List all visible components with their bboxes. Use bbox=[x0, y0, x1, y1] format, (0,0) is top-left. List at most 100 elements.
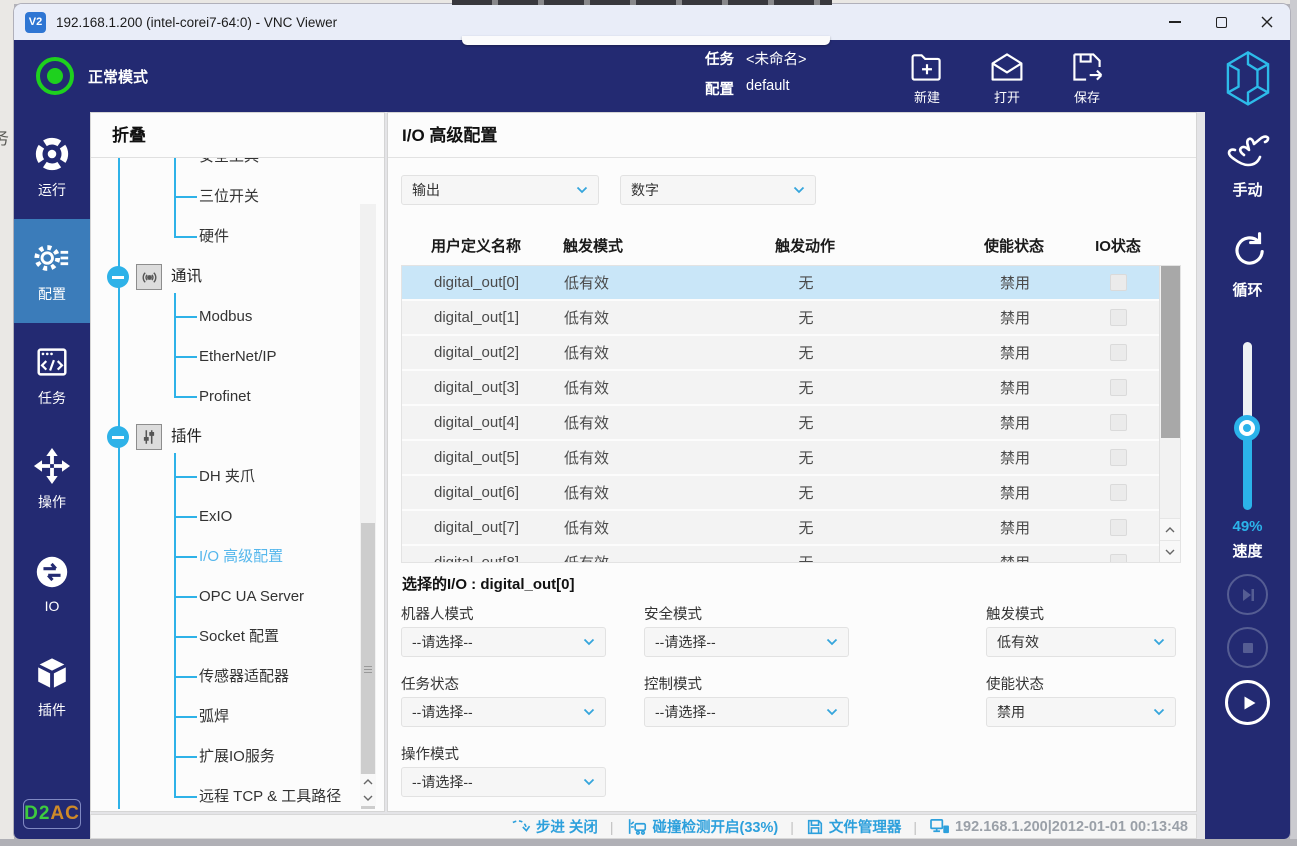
desktop-edge-left: 务 bbox=[0, 0, 14, 839]
tree-item-label: Socket 配置 bbox=[199, 617, 279, 657]
cell-name: digital_out[7] bbox=[402, 519, 564, 536]
scroll-down-button[interactable] bbox=[360, 790, 376, 806]
sidebar-item-1[interactable]: 配置 bbox=[14, 219, 90, 323]
field-select[interactable]: 禁用 bbox=[986, 697, 1176, 727]
table-row-6[interactable]: digital_out[6]低有效无禁用 bbox=[402, 476, 1159, 511]
sidebar-item-0[interactable]: 运行 bbox=[14, 115, 90, 219]
tree-item-7[interactable]: 插件 bbox=[91, 417, 384, 457]
stop-button[interactable] bbox=[1227, 627, 1268, 668]
tree-item-3[interactable]: 通讯 bbox=[91, 257, 384, 297]
chevron-up-icon bbox=[363, 779, 373, 785]
table-scrollbar[interactable] bbox=[1159, 266, 1180, 562]
tree-item-5[interactable]: EtherNet/IP bbox=[91, 337, 384, 377]
sidebar-item-4[interactable]: IO bbox=[14, 531, 90, 635]
cell-enable-state: 禁用 bbox=[892, 447, 1078, 468]
collision-detection-toggle[interactable]: 碰撞检测开启(33%) bbox=[626, 816, 779, 837]
play-button[interactable] bbox=[1225, 680, 1270, 725]
tree-item-15[interactable]: 扩展IO服务 bbox=[91, 737, 384, 777]
form-field-0: 机器人模式--请选择-- bbox=[401, 603, 606, 657]
collapse-node-icon[interactable] bbox=[107, 426, 129, 448]
cell-enable-state: 禁用 bbox=[892, 307, 1078, 328]
field-select[interactable]: --请选择-- bbox=[401, 627, 606, 657]
close-button[interactable] bbox=[1244, 4, 1290, 40]
tree-item-label: OPC UA Server bbox=[199, 577, 304, 617]
chevron-down-icon bbox=[576, 186, 588, 194]
table-row-8[interactable]: digital_out[8]低有效无禁用 bbox=[402, 546, 1159, 562]
form-field-3: 任务状态--请选择-- bbox=[401, 673, 606, 727]
header-action-0[interactable]: 新建 bbox=[894, 49, 960, 107]
tree-item-16[interactable]: 远程 TCP & 工具路径 bbox=[91, 777, 384, 809]
table-row-2[interactable]: digital_out[2]低有效无禁用 bbox=[402, 336, 1159, 371]
separator: | bbox=[913, 819, 917, 835]
sidebar-item-2[interactable]: 任务 bbox=[14, 323, 90, 427]
cell-name: digital_out[4] bbox=[402, 414, 564, 431]
table-row-5[interactable]: digital_out[5]低有效无禁用 bbox=[402, 441, 1159, 476]
scroll-up-button[interactable] bbox=[360, 774, 376, 790]
sidebar-item-5[interactable]: 插件 bbox=[14, 635, 90, 739]
step-forward-button[interactable] bbox=[1227, 574, 1268, 615]
tree-item-10[interactable]: I/O 高级配置 bbox=[91, 537, 384, 577]
tree-connector-stub bbox=[174, 516, 197, 518]
table-scroll-up-button[interactable] bbox=[1160, 518, 1180, 540]
tree-item-9[interactable]: ExIO bbox=[91, 497, 384, 537]
run-icon bbox=[33, 135, 71, 173]
header-action-1[interactable]: 打开 bbox=[974, 49, 1040, 107]
tree-connector-stub bbox=[174, 556, 197, 558]
table-row-0[interactable]: digital_out[0]低有效无禁用 bbox=[402, 266, 1159, 301]
field-select[interactable]: --请选择-- bbox=[401, 697, 606, 727]
table-row-4[interactable]: digital_out[4]低有效无禁用 bbox=[402, 406, 1159, 441]
tree-item-0[interactable]: 安全工具 bbox=[91, 158, 384, 177]
tree-item-14[interactable]: 弧焊 bbox=[91, 697, 384, 737]
field-value: --请选择-- bbox=[655, 632, 826, 652]
tree-connector-stub bbox=[174, 196, 197, 198]
maximize-button[interactable] bbox=[1198, 4, 1244, 40]
tree-item-1[interactable]: 三位开关 bbox=[91, 177, 384, 217]
play-icon bbox=[1238, 693, 1258, 713]
vnc-toolbar-peek[interactable] bbox=[462, 36, 830, 45]
manual-mode-button[interactable]: 手动 bbox=[1205, 134, 1290, 200]
field-select[interactable]: --请选择-- bbox=[401, 767, 606, 797]
table-row-7[interactable]: digital_out[7]低有效无禁用 bbox=[402, 511, 1159, 546]
tree-connector-stub bbox=[174, 636, 197, 638]
collapse-node-icon[interactable] bbox=[107, 266, 129, 288]
tree-item-13[interactable]: 传感器适配器 bbox=[91, 657, 384, 697]
field-select[interactable]: 低有效 bbox=[986, 627, 1176, 657]
tree-collapse-button[interactable]: 折叠 bbox=[91, 113, 384, 158]
vnc-floating-toolbar[interactable] bbox=[452, 0, 832, 5]
io-direction-select[interactable]: 输出 bbox=[401, 175, 599, 205]
tree-item-12[interactable]: Socket 配置 bbox=[91, 617, 384, 657]
mode-label: 正常模式 bbox=[88, 66, 148, 87]
desktop-edge-right bbox=[1290, 0, 1297, 839]
field-select[interactable]: --请选择-- bbox=[644, 627, 849, 657]
sidebar-item-label: 任务 bbox=[38, 388, 66, 408]
table-row-1[interactable]: digital_out[1]低有效无禁用 bbox=[402, 301, 1159, 336]
table-scroll-down-button[interactable] bbox=[1160, 540, 1180, 562]
loop-mode-button[interactable]: 循环 bbox=[1205, 230, 1290, 300]
window-titlebar[interactable]: V2 192.168.1.200 (intel-corei7-64:0) - V… bbox=[14, 4, 1290, 40]
settings-icon bbox=[33, 239, 71, 277]
tree-item-11[interactable]: OPC UA Server bbox=[91, 577, 384, 617]
table-row-3[interactable]: digital_out[3]低有效无禁用 bbox=[402, 371, 1159, 406]
cell-name: digital_out[1] bbox=[402, 309, 564, 326]
file-manager-button[interactable]: 文件管理器 bbox=[806, 816, 902, 837]
cell-trigger-mode: 低有效 bbox=[564, 307, 720, 328]
header-action-2[interactable]: 保存 bbox=[1054, 49, 1120, 107]
tree-item-8[interactable]: DH 夹爪 bbox=[91, 457, 384, 497]
table-scrollbar-thumb[interactable] bbox=[1161, 266, 1180, 438]
minimize-button[interactable] bbox=[1152, 4, 1198, 40]
field-select[interactable]: --请选择-- bbox=[644, 697, 849, 727]
tree-item-2[interactable]: 硬件 bbox=[91, 217, 384, 257]
tree-item-label: 远程 TCP & 工具路径 bbox=[199, 777, 341, 809]
chevron-down-icon bbox=[1165, 549, 1175, 555]
hand-icon bbox=[1225, 134, 1271, 172]
tree-scrollbar[interactable] bbox=[360, 204, 376, 806]
io-type-select[interactable]: 数字 bbox=[620, 175, 816, 205]
tree-scrollbar-thumb[interactable] bbox=[361, 523, 375, 809]
tree-item-6[interactable]: Profinet bbox=[91, 377, 384, 417]
tree-item-4[interactable]: Modbus bbox=[91, 297, 384, 337]
speed-slider-thumb[interactable] bbox=[1234, 415, 1260, 441]
sliders-icon bbox=[136, 424, 162, 450]
io-direction-value: 输出 bbox=[412, 180, 576, 200]
step-mode-toggle[interactable]: 步进 关闭 bbox=[511, 816, 598, 837]
sidebar-item-3[interactable]: 操作 bbox=[14, 427, 90, 531]
